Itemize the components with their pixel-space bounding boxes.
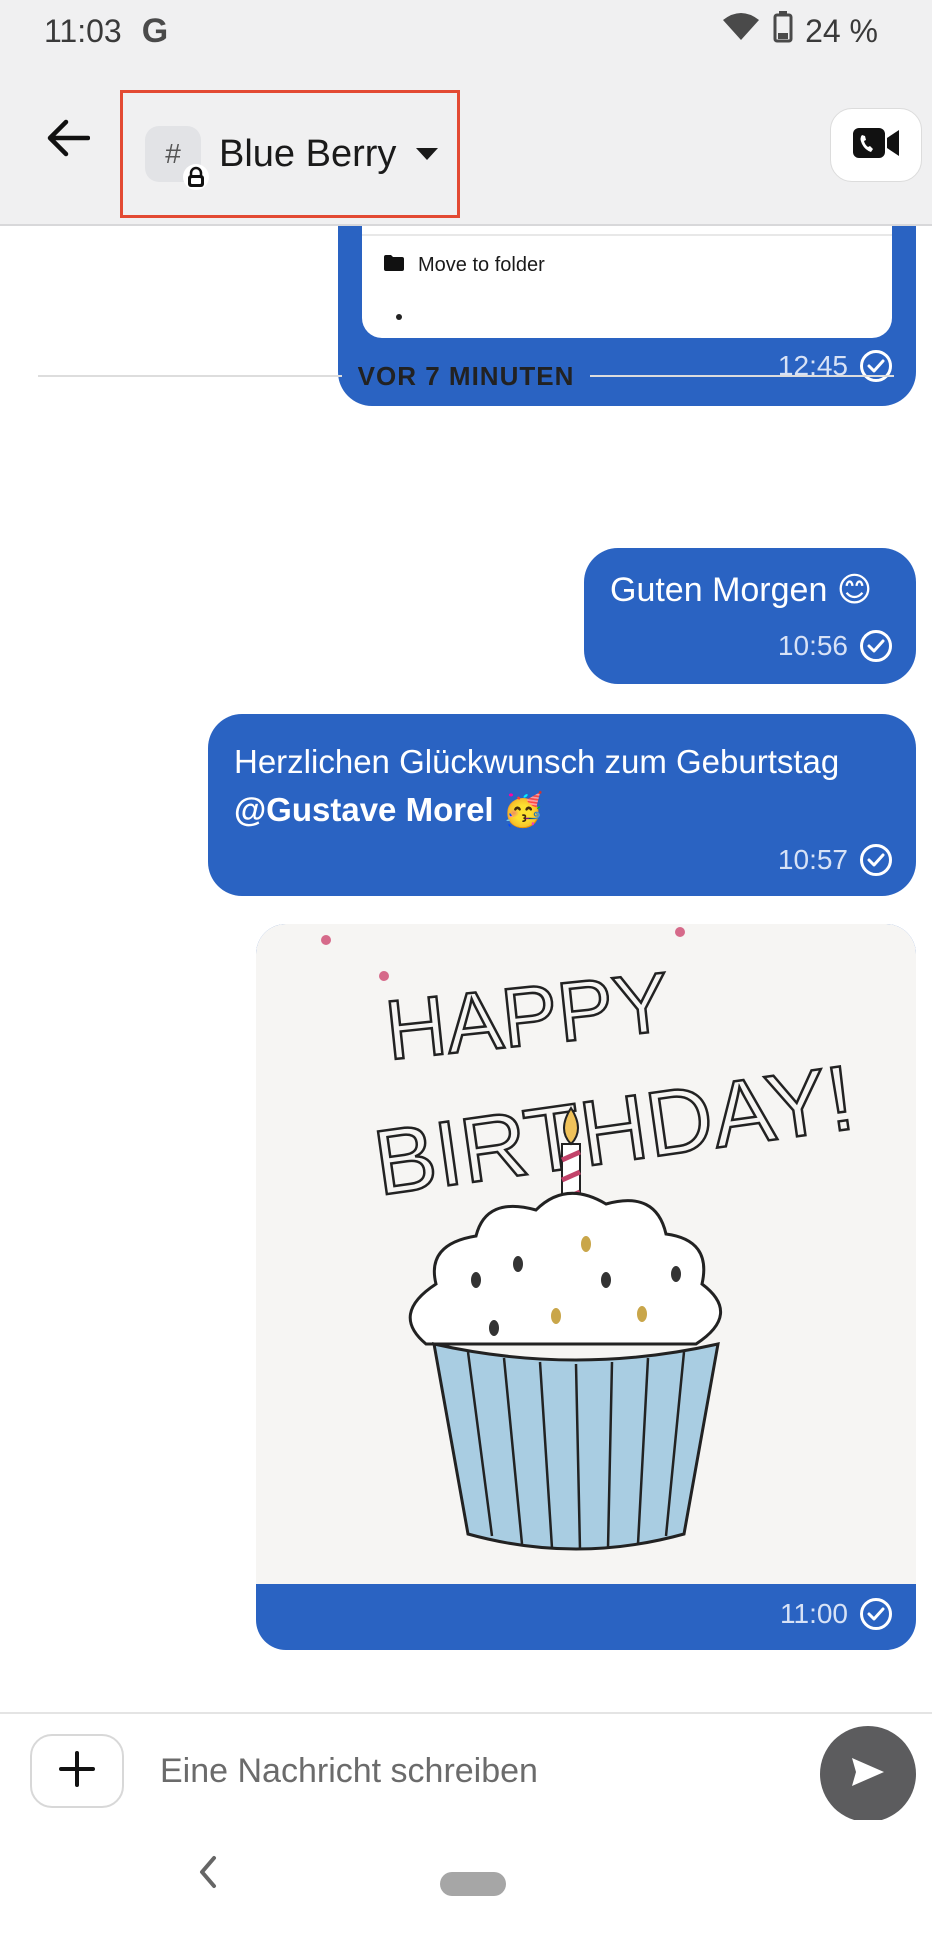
folder-icon (384, 254, 404, 277)
image-message-bubble[interactable]: HAPPY BIRTHDAY! 11:00 (256, 924, 916, 1650)
message-meta: 10:56 (778, 630, 892, 662)
send-button[interactable] (820, 1726, 916, 1822)
status-bar: 11:03 G 24 % (0, 0, 932, 62)
back-arrow-icon (46, 118, 91, 163)
move-to-folder-item: Move to folder (384, 254, 545, 277)
message-time: 11:00 (780, 1598, 848, 1629)
sent-check-icon (860, 1598, 892, 1630)
room-avatar: # (145, 126, 209, 190)
message-text-part: 🥳 (493, 791, 544, 828)
wifi-icon (721, 12, 761, 50)
date-divider-label: VOR 7 MINUTEN (357, 360, 575, 391)
video-call-button[interactable] (830, 108, 922, 182)
message-meta: 10:57 (778, 844, 892, 876)
chevron-down-icon (416, 148, 439, 160)
nav-back-icon[interactable] (196, 1854, 220, 1895)
card-divider (362, 234, 892, 236)
divider-line (590, 375, 894, 377)
more-dot (396, 314, 402, 320)
message-bubble[interactable]: Guten Morgen 😊 10:56 (584, 548, 916, 684)
sent-check-icon (860, 844, 892, 876)
message-bubble[interactable]: Herzlichen Glückwunsch zum Geburtstag @G… (208, 714, 916, 896)
move-to-folder-label: Move to folder (418, 254, 545, 276)
battery-icon (773, 11, 793, 51)
nav-home-pill[interactable] (440, 1872, 506, 1896)
plus-icon (57, 1749, 97, 1794)
attach-button[interactable] (30, 1734, 124, 1808)
message-time: 10:57 (777, 844, 848, 875)
back-button[interactable] (40, 112, 96, 168)
system-nav-bar (0, 1820, 932, 1934)
status-time: 11:03 (44, 12, 122, 49)
message-composer (0, 1712, 932, 1822)
birthday-gif[interactable]: HAPPY BIRTHDAY! (256, 924, 916, 1584)
send-icon (850, 1756, 886, 1793)
video-call-icon (851, 126, 901, 165)
message-list[interactable]: Move to folder 12:45 VOR 7 MINUTEN Guten… (0, 226, 932, 1712)
message-input[interactable] (160, 1736, 800, 1806)
message-text: Guten Morgen 😊 (610, 571, 873, 609)
room-title-button[interactable]: # Blue Berry (120, 90, 460, 218)
google-icon: G (141, 11, 169, 50)
sent-check-icon (860, 630, 892, 662)
message-card: Move to folder (362, 226, 892, 338)
lock-icon (183, 164, 209, 190)
divider-line (38, 375, 342, 377)
room-hash-symbol: # (165, 138, 181, 169)
date-divider: VOR 7 MINUTEN (38, 356, 894, 396)
message-meta: 11:00 (780, 1598, 892, 1630)
message-time: 10:56 (777, 630, 848, 661)
user-mention[interactable]: @Gustave Morel (234, 791, 494, 828)
app-header: # Blue Berry (0, 62, 932, 226)
birthday-cupcake-illustration: HAPPY BIRTHDAY! (321, 927, 861, 1551)
message-text: Herzlichen Glückwunsch zum Geburtstag @G… (234, 738, 886, 834)
message-text-part: Herzlichen Glückwunsch zum Geburtstag (234, 743, 840, 780)
happy-text: HAPPY (381, 954, 674, 1077)
battery-level: 24 % (805, 12, 878, 49)
room-name: Blue Berry (219, 132, 397, 175)
